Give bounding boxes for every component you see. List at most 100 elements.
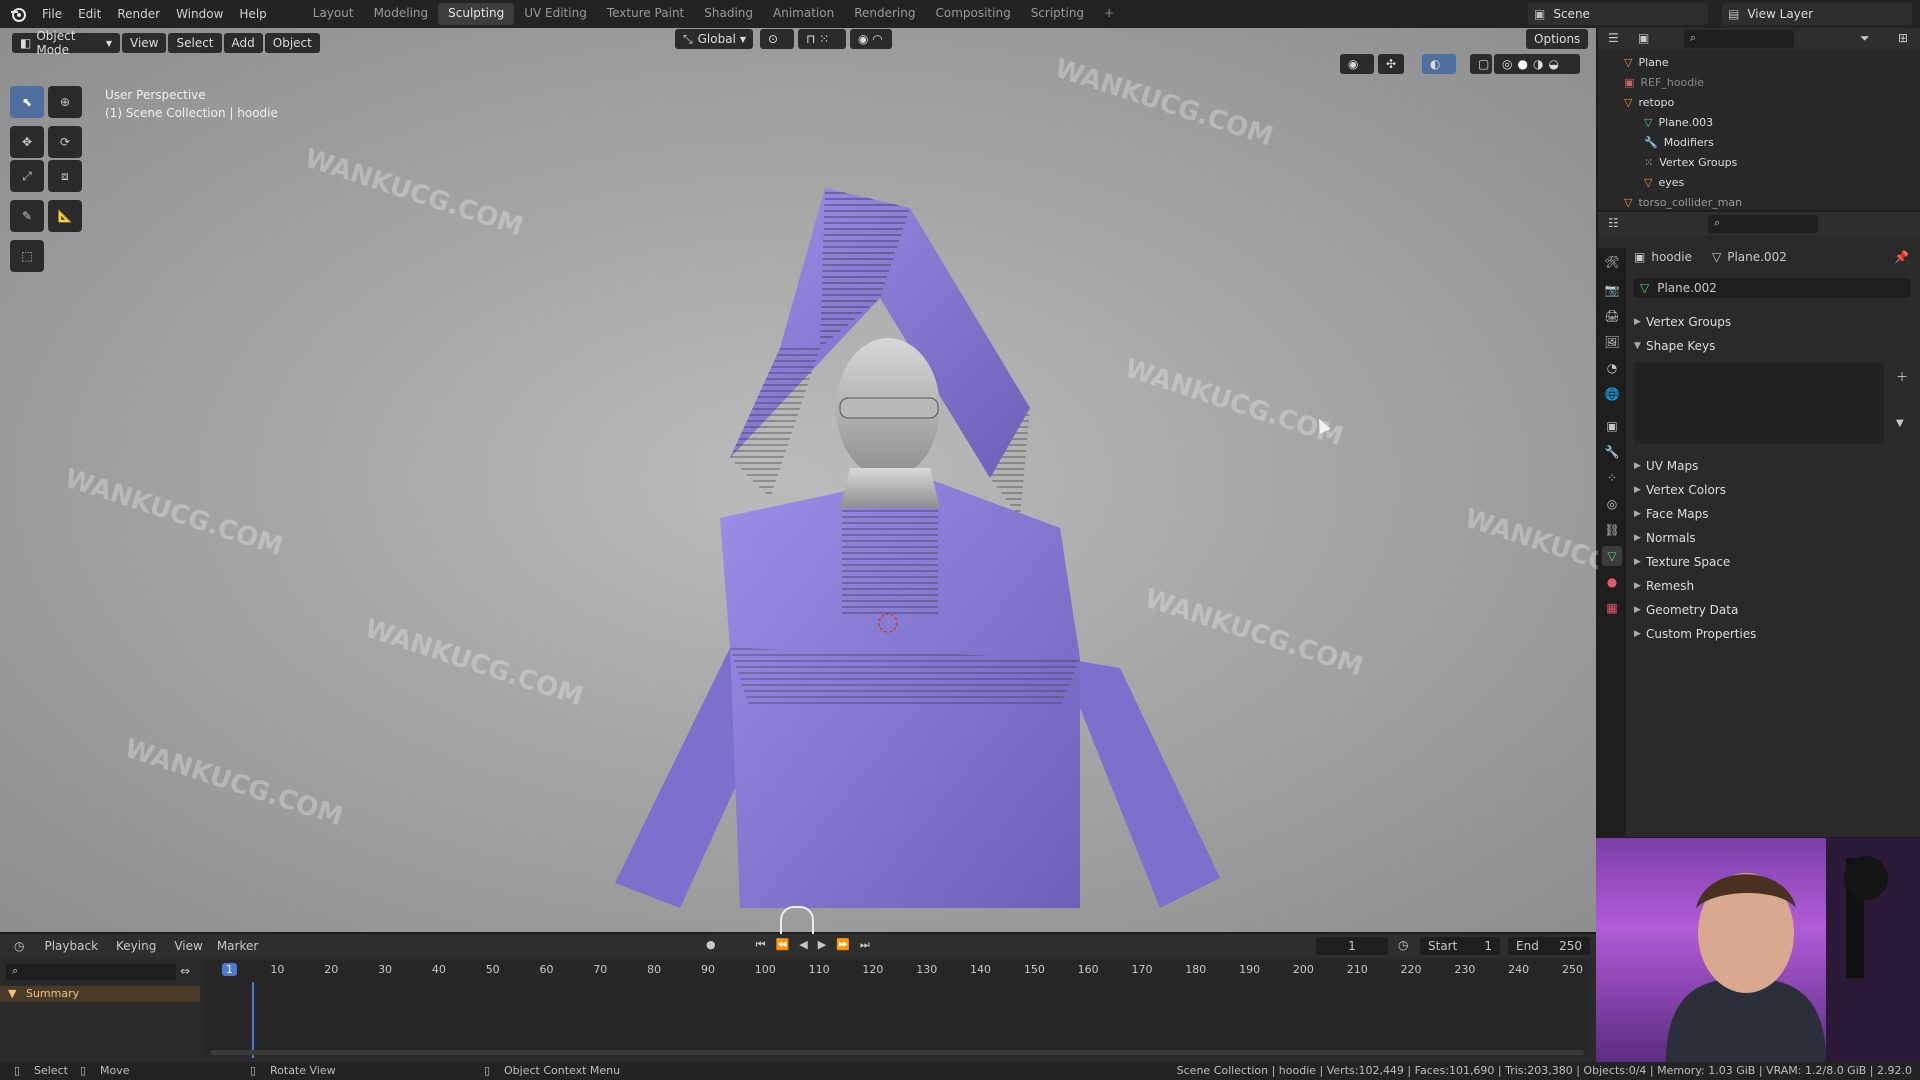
- viewport-menu-object[interactable]: Object: [264, 33, 320, 53]
- tab-animation[interactable]: Animation: [763, 3, 844, 25]
- summary-row[interactable]: ▼ Summary: [0, 986, 200, 1002]
- particles-tab-icon[interactable]: ⁘: [1602, 468, 1622, 488]
- section-custom-properties[interactable]: ▶ Custom Properties: [1634, 623, 1756, 645]
- scale-tool[interactable]: ⤢: [10, 160, 44, 192]
- prev-keyframe-icon[interactable]: ⏪: [776, 938, 790, 952]
- world-tab-icon[interactable]: 🌐: [1602, 384, 1622, 404]
- timeline-search-input[interactable]: ⌕: [6, 964, 176, 980]
- add-workspace-button[interactable]: +: [1094, 3, 1124, 25]
- xray-button[interactable]: ▢: [1470, 54, 1492, 74]
- section-normals[interactable]: ▶ Normals: [1634, 527, 1696, 549]
- object-tab-icon[interactable]: ▣: [1602, 416, 1622, 436]
- start-frame-field[interactable]: Start 1: [1420, 937, 1500, 955]
- swap-icon[interactable]: ⇔: [180, 964, 190, 978]
- viewport-menu-select[interactable]: Select: [168, 33, 222, 53]
- outliner-editor-icon[interactable]: ☰: [1608, 31, 1619, 45]
- cursor-tool[interactable]: ⊕: [48, 86, 82, 118]
- tab-shading[interactable]: Shading: [694, 3, 763, 25]
- tab-scripting[interactable]: Scripting: [1021, 3, 1094, 25]
- texture-tab-icon[interactable]: ▦: [1602, 598, 1622, 618]
- move-tool[interactable]: ✥: [10, 126, 44, 158]
- view-layer-selector[interactable]: ▤ View Layer: [1722, 3, 1912, 25]
- new-collection-icon[interactable]: ⊞: [1898, 31, 1908, 45]
- measure-tool[interactable]: 📐: [48, 200, 82, 232]
- overlays-button[interactable]: ◐: [1422, 54, 1456, 74]
- end-frame-field[interactable]: End 250: [1508, 937, 1590, 955]
- tab-uv-editing[interactable]: UV Editing: [514, 3, 597, 25]
- add-cube-tool[interactable]: ⬚: [10, 240, 44, 272]
- transform-tool[interactable]: ⧈: [48, 160, 82, 192]
- scene-selector[interactable]: ▣ Scene: [1528, 3, 1708, 25]
- modifier-tab-icon[interactable]: 🔧: [1602, 442, 1622, 462]
- section-shape-keys[interactable]: ▼ Shape Keys: [1634, 335, 1715, 357]
- menu-file[interactable]: File: [34, 7, 70, 21]
- outliner-item[interactable]: ▽ Plane: [1624, 52, 1669, 72]
- timeline-editor-icon[interactable]: ◷: [14, 939, 24, 953]
- outliner-item[interactable]: 🔧 Modifiers: [1644, 132, 1714, 152]
- select-box-tool[interactable]: ⬉: [10, 86, 44, 118]
- hoodie-model[interactable]: [520, 148, 1240, 928]
- display-mode-icon[interactable]: ▣: [1638, 31, 1649, 45]
- plus-icon[interactable]: ＋: [1896, 368, 1908, 385]
- viewport-menu-add[interactable]: Add: [223, 33, 263, 53]
- material-shading-icon[interactable]: ◑: [1533, 57, 1543, 71]
- tab-modeling[interactable]: Modeling: [364, 3, 439, 25]
- chevron-down-icon[interactable]: ▼: [1896, 418, 1904, 429]
- outliner-item[interactable]: ⁙ Vertex Groups: [1644, 152, 1737, 172]
- outliner-item[interactable]: ▽ eyes: [1644, 172, 1684, 192]
- outliner-item[interactable]: ▽ retopo: [1624, 92, 1674, 112]
- proportional-edit-button[interactable]: ◉ ◠: [850, 29, 892, 49]
- section-remesh[interactable]: ▶ Remesh: [1634, 575, 1694, 597]
- shape-keys-list[interactable]: [1634, 362, 1884, 444]
- menu-render[interactable]: Render: [109, 7, 168, 21]
- output-tab-icon[interactable]: 🖨: [1602, 306, 1622, 326]
- 3d-viewport[interactable]: WANKUCG.COM WANKUCG.COM WANKUCG.COM WANK…: [0, 28, 1687, 950]
- transform-orientation-dropdown[interactable]: ⤡ Global ▼: [675, 29, 753, 49]
- render-tab-icon[interactable]: 📷: [1602, 280, 1622, 300]
- viewport-menu-view[interactable]: View: [122, 33, 167, 53]
- outliner-item[interactable]: ▽ Plane.003: [1644, 112, 1713, 132]
- tab-sculpting[interactable]: Sculpting: [438, 3, 515, 25]
- material-tab-icon[interactable]: ●: [1602, 572, 1622, 592]
- section-texture-space[interactable]: ▶ Texture Space: [1634, 551, 1730, 573]
- section-face-maps[interactable]: ▶ Face Maps: [1634, 503, 1709, 525]
- tab-compositing[interactable]: Compositing: [925, 3, 1020, 25]
- play-reverse-icon[interactable]: ◀: [799, 938, 807, 952]
- properties-editor-icon[interactable]: ☷: [1608, 216, 1619, 230]
- outliner-item[interactable]: ▽ torso_collider_man: [1624, 192, 1742, 212]
- properties-search-input[interactable]: ⌕: [1708, 215, 1818, 233]
- blender-logo-icon[interactable]: [8, 4, 28, 24]
- scene-tab-icon[interactable]: ◔: [1602, 358, 1622, 378]
- gizmo-button[interactable]: ✣: [1378, 54, 1404, 74]
- rendered-shading-icon[interactable]: ◒: [1548, 57, 1558, 71]
- constraints-tab-icon[interactable]: ⛓: [1602, 520, 1622, 540]
- timeline-menu-playback[interactable]: Playback: [44, 939, 98, 953]
- next-keyframe-icon[interactable]: ⏩: [836, 938, 850, 952]
- outliner-item[interactable]: ▣ REF_hoodie: [1624, 72, 1704, 92]
- tab-layout[interactable]: Layout: [303, 3, 364, 25]
- section-uv-maps[interactable]: ▶ UV Maps: [1634, 455, 1698, 477]
- horizontal-scrollbar[interactable]: [210, 1050, 1584, 1055]
- tab-rendering[interactable]: Rendering: [844, 3, 925, 25]
- pin-icon[interactable]: 📌: [1894, 250, 1909, 264]
- shading-modes[interactable]: ◎ ● ◑ ◒: [1494, 54, 1580, 74]
- timeline-menu-keying[interactable]: Keying: [116, 939, 156, 953]
- mesh-data-tab-icon[interactable]: ▽: [1602, 546, 1622, 566]
- pivot-point-button[interactable]: ⊙: [760, 29, 794, 49]
- section-geometry-data[interactable]: ▶ Geometry Data: [1634, 599, 1738, 621]
- menu-help[interactable]: Help: [231, 7, 274, 21]
- view-layer-tab-icon[interactable]: 🖼: [1602, 332, 1622, 352]
- mode-dropdown[interactable]: ◧ Object Mode ▼: [12, 29, 120, 57]
- jump-start-icon[interactable]: ⏮: [756, 938, 766, 952]
- clock-icon[interactable]: ◷: [1398, 938, 1408, 952]
- tab-texture-paint[interactable]: Texture Paint: [597, 3, 694, 25]
- menu-window[interactable]: Window: [168, 7, 231, 21]
- tool-tab-icon[interactable]: 🛠: [1602, 252, 1622, 272]
- annotate-tool[interactable]: ✎: [10, 200, 44, 232]
- menu-edit[interactable]: Edit: [70, 7, 109, 21]
- section-vertex-colors[interactable]: ▶ Vertex Colors: [1634, 479, 1726, 501]
- wireframe-shading-icon[interactable]: ◎: [1502, 57, 1512, 71]
- mesh-datablock-field[interactable]: ▽ Plane.002: [1634, 278, 1910, 298]
- solid-shading-icon[interactable]: ●: [1517, 57, 1527, 71]
- options-dropdown[interactable]: Options: [1526, 29, 1588, 49]
